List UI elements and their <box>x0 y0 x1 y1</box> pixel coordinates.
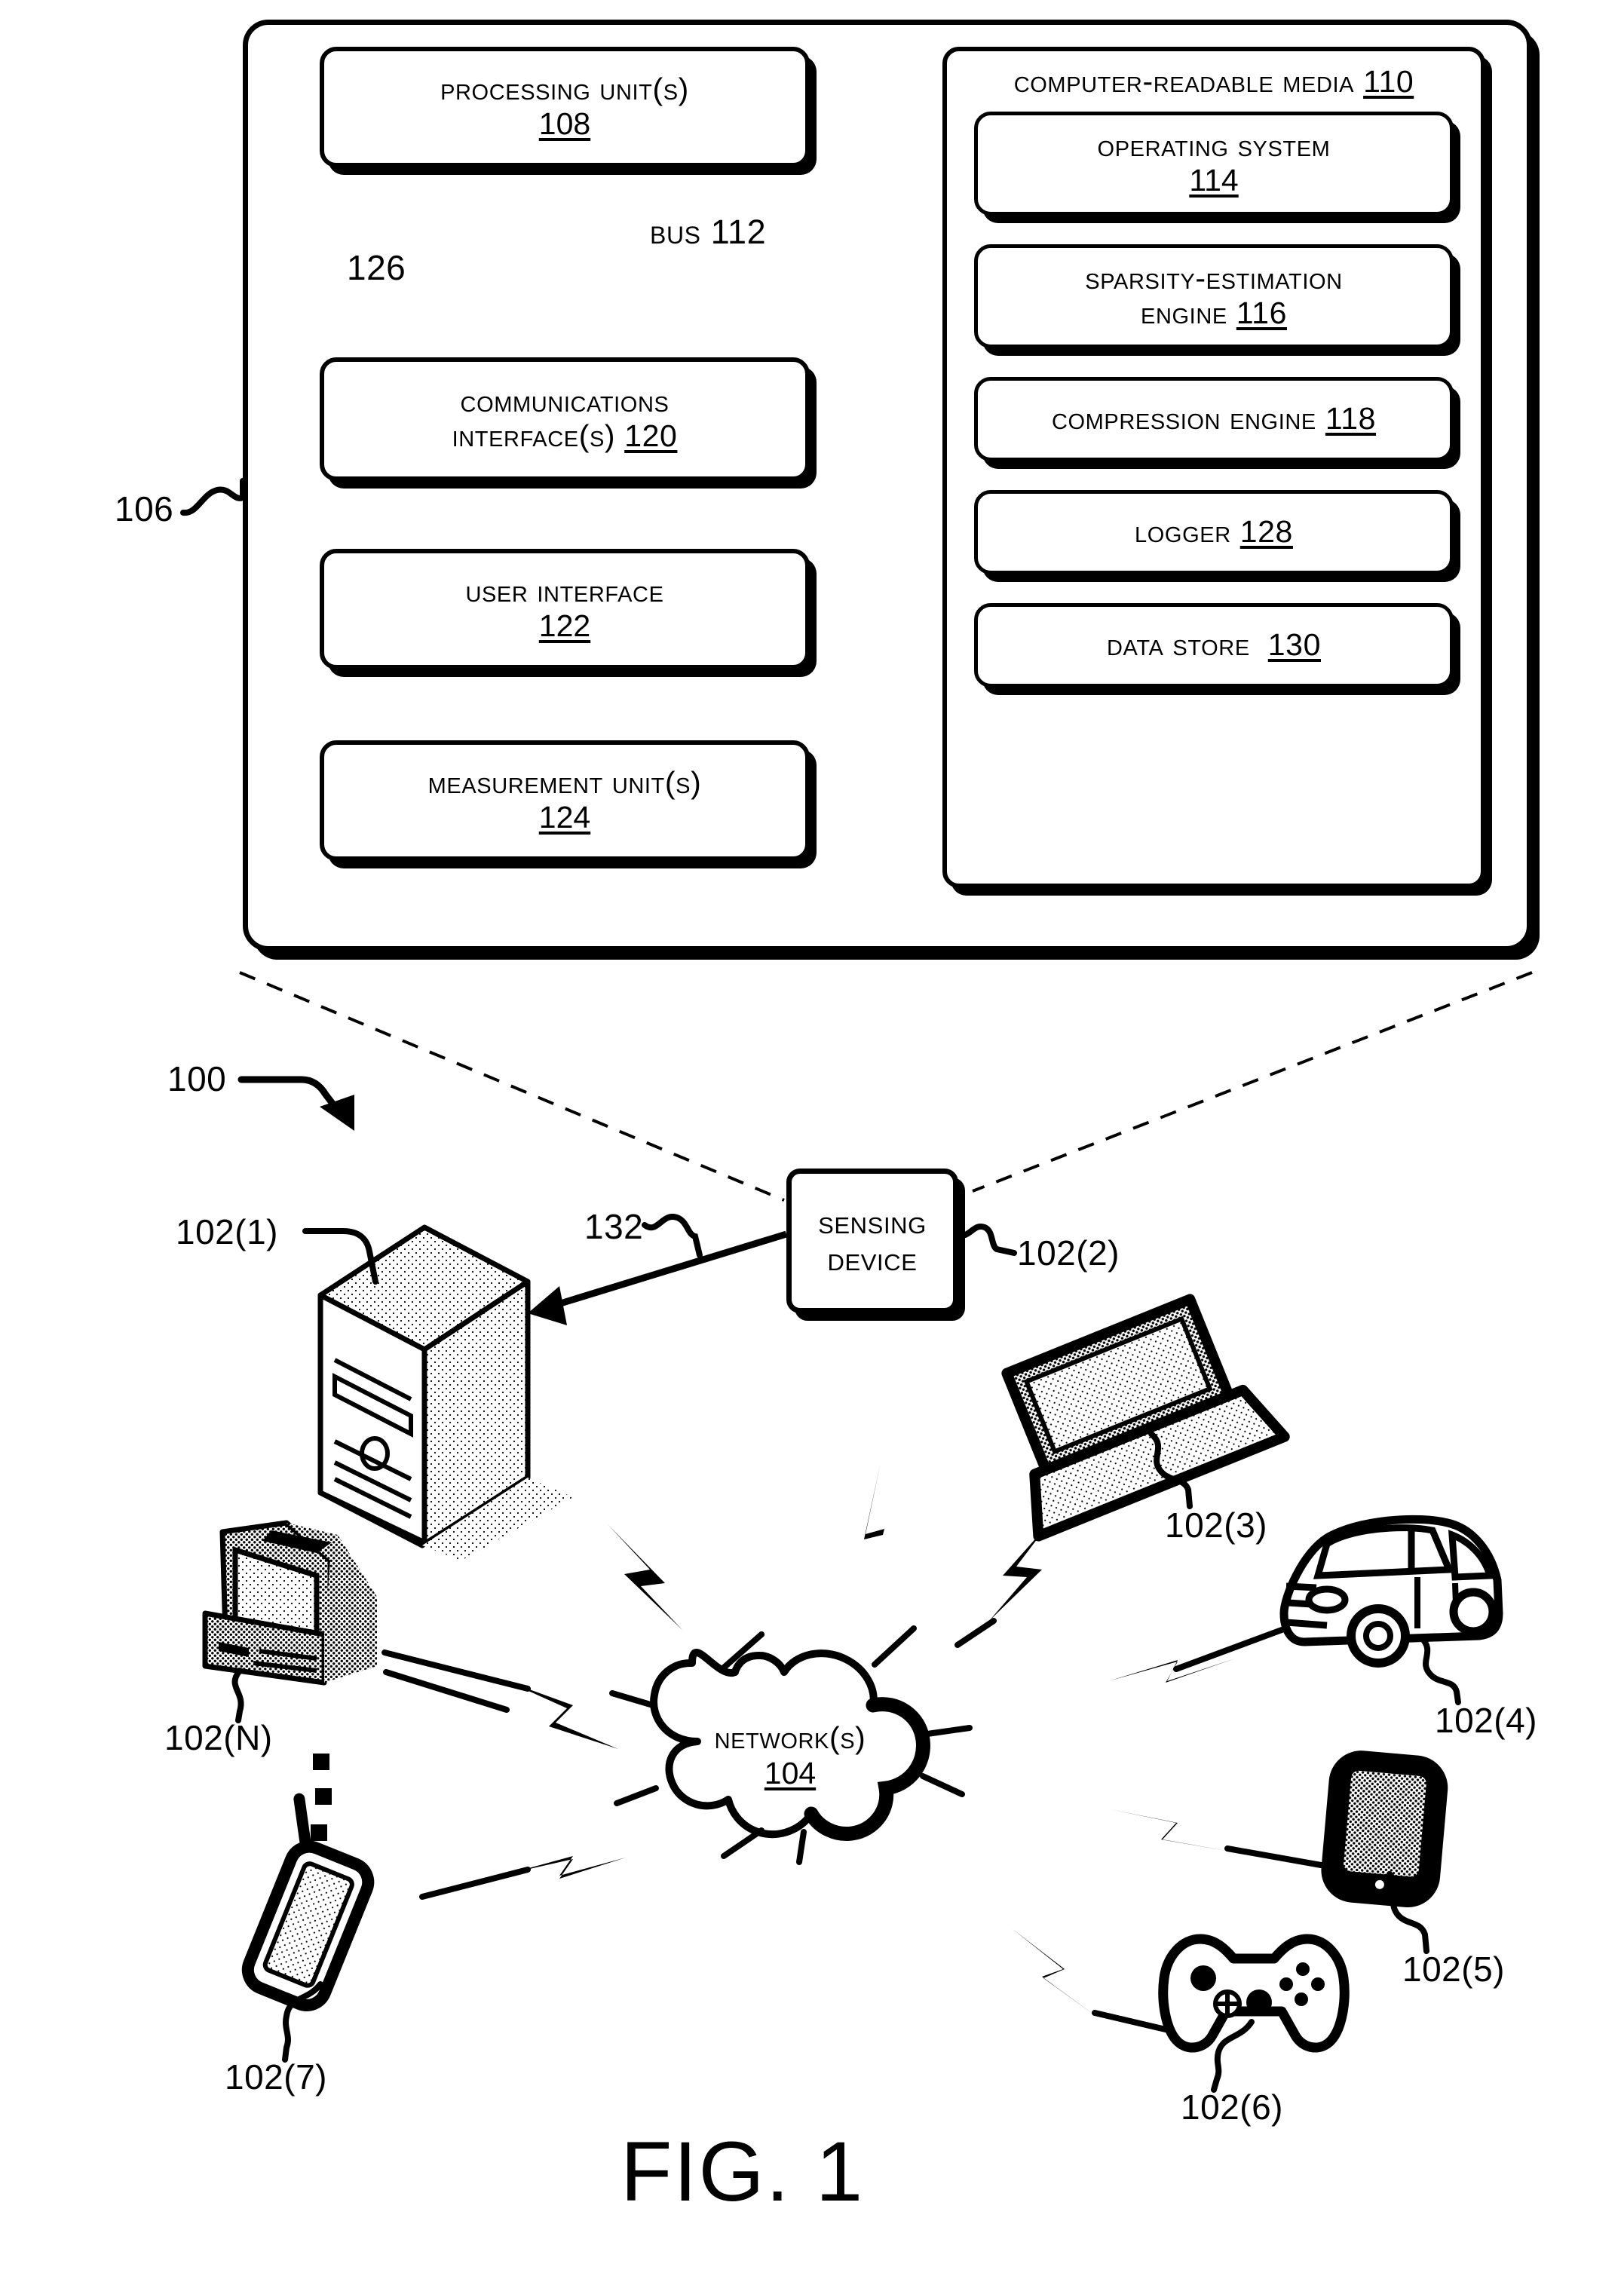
phone-icon <box>241 1793 375 2011</box>
ref-100-arrowhead <box>320 1095 354 1131</box>
ref-126-arrowhead <box>489 300 519 338</box>
expansion-callout-lines <box>239 971 1533 1202</box>
continuation-dots <box>311 1754 332 1841</box>
crt-computer-icon <box>202 1520 377 1686</box>
desktop-tower-icon <box>317 1224 573 1561</box>
ref-106-leader <box>180 478 246 516</box>
ref-102-2-leader <box>954 1224 1017 1256</box>
ref-126-leader <box>423 265 507 305</box>
bus-bar <box>853 60 893 912</box>
patent-figure-1 <box>180 60 1533 2093</box>
ref-102-N-leader <box>231 1668 244 1723</box>
network-cloud <box>650 1648 930 1841</box>
tablet-icon <box>1321 1751 1448 1908</box>
game-controller-icon <box>1158 1934 1350 2053</box>
laptop-icon <box>1001 1294 1290 1542</box>
ref-102-4-leader <box>1418 1634 1461 1705</box>
bus-leader-line <box>806 223 862 241</box>
data-flow-arrow-132 <box>528 1230 788 1325</box>
car-icon <box>1279 1515 1503 1668</box>
ref-132-leader <box>642 1213 703 1258</box>
